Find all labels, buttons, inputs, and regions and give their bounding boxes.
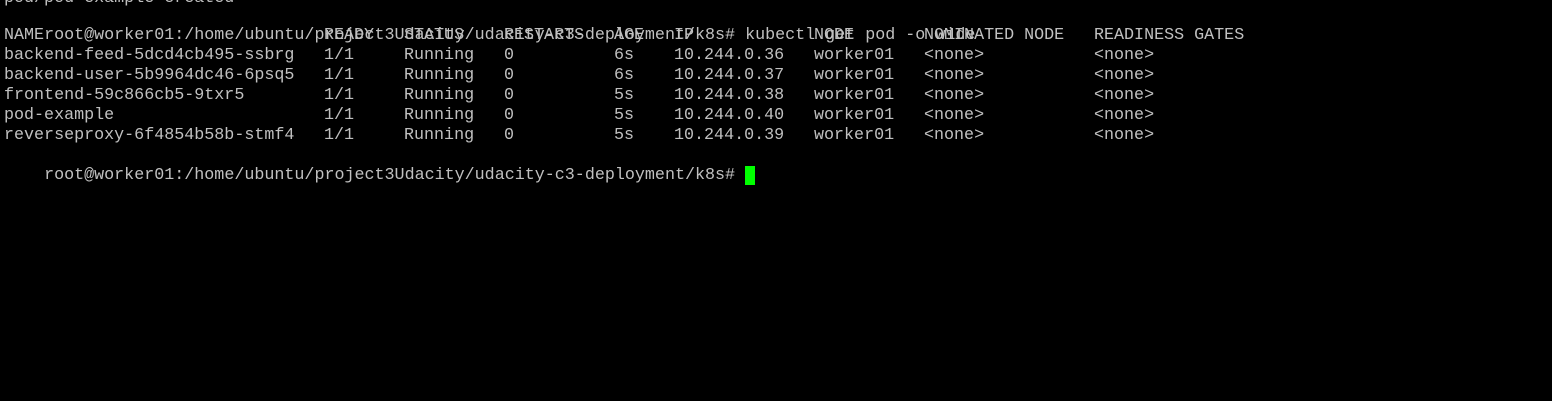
pod-status: Running — [404, 126, 475, 145]
table-row: backend-user-5b9964dc46-6psq5 1/1 Runnin… — [0, 66, 1552, 86]
pod-nominated-node: <none> — [924, 106, 985, 125]
pod-ip: 10.244.0.40 — [674, 106, 785, 125]
pod-age: 6s — [614, 66, 635, 85]
pod-restarts: 0 — [504, 106, 515, 125]
table-header-row: NAME READY STATUS RESTARTS AGE IP NODE N… — [0, 26, 1552, 46]
table-row: frontend-59c866cb5-9txr5 1/1 Running 0 5… — [0, 86, 1552, 106]
pod-name: backend-user-5b9964dc46-6psq5 — [4, 66, 295, 85]
pod-readiness-gates: <none> — [1094, 126, 1155, 145]
header-restarts: RESTARTS — [504, 26, 585, 45]
pod-ip: 10.244.0.37 — [674, 66, 785, 85]
pod-ready: 1/1 — [324, 126, 355, 145]
pod-nominated-node: <none> — [924, 66, 985, 85]
pod-readiness-gates: <none> — [1094, 106, 1155, 125]
pod-readiness-gates: <none> — [1094, 86, 1155, 105]
table-row: backend-feed-5dcd4cb495-ssbrg 1/1 Runnin… — [0, 46, 1552, 66]
pod-node: worker01 — [814, 46, 895, 65]
pod-restarts: 0 — [504, 86, 515, 105]
pod-ip: 10.244.0.39 — [674, 126, 785, 145]
header-node: NODE — [814, 26, 855, 45]
pod-ip: 10.244.0.36 — [674, 46, 785, 65]
pod-name: frontend-59c866cb5-9txr5 — [4, 86, 245, 105]
pod-age: 5s — [614, 126, 635, 145]
pod-age: 5s — [614, 106, 635, 125]
pod-nominated-node: <none> — [924, 126, 985, 145]
pod-node: worker01 — [814, 86, 895, 105]
pod-node: worker01 — [814, 126, 895, 145]
pod-name: backend-feed-5dcd4cb495-ssbrg — [4, 46, 295, 65]
pod-readiness-gates: <none> — [1094, 46, 1155, 65]
pod-name: pod-example — [4, 106, 115, 125]
pod-ip: 10.244.0.38 — [674, 86, 785, 105]
pod-status: Running — [404, 46, 475, 65]
pod-restarts: 0 — [504, 126, 515, 145]
pod-status: Running — [404, 86, 475, 105]
pod-status: Running — [404, 106, 475, 125]
pod-age: 5s — [614, 86, 635, 105]
pod-ready: 1/1 — [324, 106, 355, 125]
pod-restarts: 0 — [504, 66, 515, 85]
pod-node: worker01 — [814, 66, 895, 85]
pod-age: 6s — [614, 46, 635, 65]
pod-ready: 1/1 — [324, 46, 355, 65]
table-row: reverseproxy-6f4854b58b-stmf4 1/1 Runnin… — [0, 126, 1552, 146]
command-line: root@worker01:/home/ubuntu/project3Udaci… — [4, 6, 975, 45]
pod-nominated-node: <none> — [924, 86, 985, 105]
pod-restarts: 0 — [504, 46, 515, 65]
pod-readiness-gates: <none> — [1094, 66, 1155, 85]
header-ready: READY — [324, 26, 375, 45]
prompt: root@worker01:/home/ubuntu/project3Udaci… — [44, 166, 736, 185]
header-ip: IP — [674, 26, 695, 45]
active-prompt-line[interactable]: root@worker01:/home/ubuntu/project3Udaci… — [4, 146, 756, 185]
header-status: STATUS — [404, 26, 465, 45]
cursor-block — [745, 166, 756, 185]
header-nominated-node: NOMINATED NODE — [924, 26, 1065, 45]
pod-name: reverseproxy-6f4854b58b-stmf4 — [4, 126, 295, 145]
pod-status: Running — [404, 66, 475, 85]
header-name: NAME — [4, 26, 45, 45]
terminal-window[interactable]: pod/pod-example created root@worker01:/h… — [0, 0, 1552, 401]
header-readiness-gates: READINESS GATES — [1094, 26, 1245, 45]
pod-node: worker01 — [814, 106, 895, 125]
pod-ready: 1/1 — [324, 66, 355, 85]
pod-ready: 1/1 — [324, 86, 355, 105]
table-row: pod-example 1/1 Running 0 5s 10.244.0.40… — [0, 106, 1552, 126]
pod-nominated-node: <none> — [924, 46, 985, 65]
header-age: AGE — [614, 26, 645, 45]
